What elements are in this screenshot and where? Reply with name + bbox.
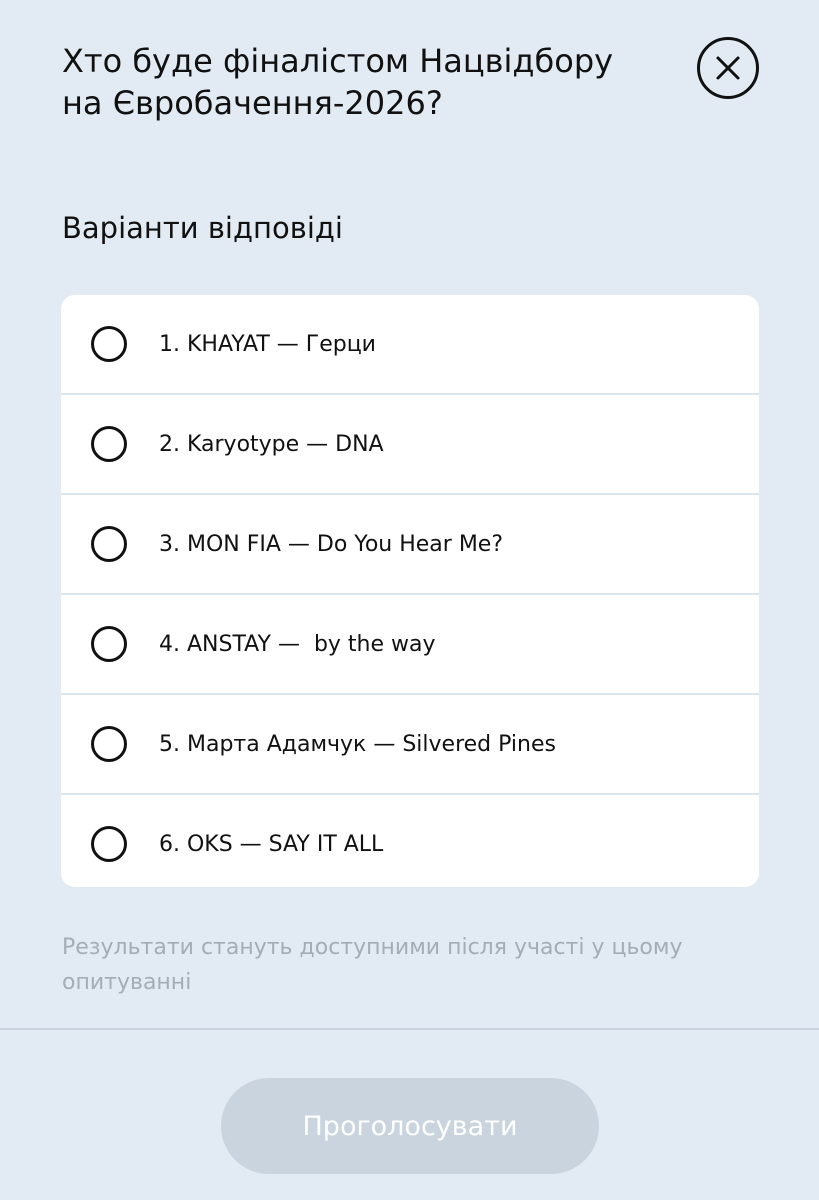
options-list: 1. KHAYAT — Герци 2. Karyotype — DNA 3. … xyxy=(61,295,759,887)
poll-option-2[interactable]: 2. Karyotype — DNA xyxy=(61,395,759,495)
radio-unchecked-icon[interactable] xyxy=(91,426,127,462)
divider xyxy=(0,1028,819,1030)
poll-option-3[interactable]: 3. MON FIA — Do You Hear Me? xyxy=(61,495,759,595)
radio-unchecked-icon[interactable] xyxy=(91,626,127,662)
poll-option-1[interactable]: 1. KHAYAT — Герци xyxy=(61,295,759,395)
radio-unchecked-icon[interactable] xyxy=(91,826,127,862)
poll-option-5[interactable]: 5. Марта Адамчук — Silvered Pines xyxy=(61,695,759,795)
radio-unchecked-icon[interactable] xyxy=(91,726,127,762)
radio-unchecked-icon[interactable] xyxy=(91,526,127,562)
option-label: 6. OKS — SAY IT ALL xyxy=(159,831,384,857)
results-note: Результати стануть доступними після учас… xyxy=(62,935,683,995)
close-button[interactable] xyxy=(697,37,759,99)
options-heading: Варіанти відповіді xyxy=(62,211,343,245)
poll-option-4[interactable]: 4. ANSTAY — by the way xyxy=(61,595,759,695)
option-label: 1. KHAYAT — Герци xyxy=(159,331,376,357)
option-label: 2. Karyotype — DNA xyxy=(159,431,384,457)
close-icon xyxy=(716,56,740,80)
option-label: 3. MON FIA — Do You Hear Me? xyxy=(159,531,504,557)
poll-option-6[interactable]: 6. OKS — SAY IT ALL xyxy=(61,795,759,887)
vote-button[interactable]: Проголосувати xyxy=(221,1078,599,1174)
radio-unchecked-icon[interactable] xyxy=(91,326,127,362)
poll-title: Хто буде фіналістом Нацвідбору на Євроба… xyxy=(62,42,614,122)
option-label: 5. Марта Адамчук — Silvered Pines xyxy=(159,731,556,757)
option-label: 4. ANSTAY — by the way xyxy=(159,631,436,657)
